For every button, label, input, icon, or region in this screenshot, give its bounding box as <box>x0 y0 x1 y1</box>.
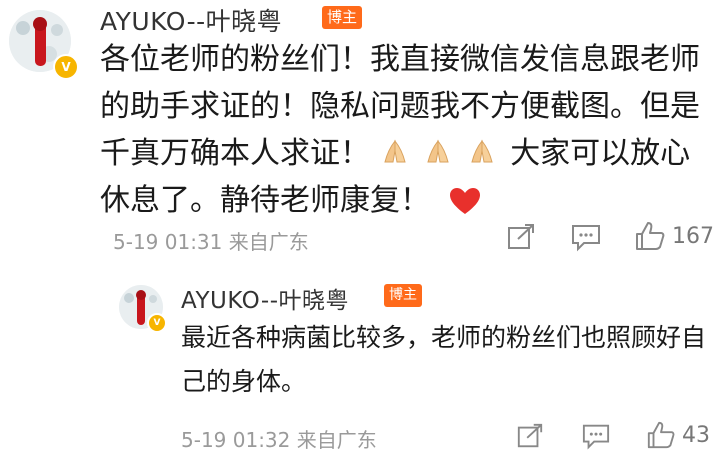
reply-time: 5-19 01:32 <box>181 428 291 452</box>
share-button[interactable] <box>506 222 536 252</box>
reply-location: 来自广东 <box>296 428 377 452</box>
reply-reply-button[interactable] <box>581 422 611 450</box>
comment-icon <box>572 225 600 252</box>
red-heart-icon <box>448 183 482 214</box>
reply-blogger-badge: 博主 <box>384 284 422 307</box>
comment-time: 5-19 01:31 <box>113 230 223 254</box>
reply-button[interactable] <box>570 222 602 252</box>
thumbs-up-icon <box>647 421 675 449</box>
reply-like-count: 43 <box>682 422 710 448</box>
pray-hands-icon <box>423 134 453 164</box>
reply-like-button[interactable]: 43 <box>646 420 710 450</box>
share-icon <box>517 423 543 448</box>
comment-meta: 5-19 01:31 来自广东 <box>113 226 309 255</box>
pray-hands-icon <box>467 134 497 164</box>
comment-icon <box>582 424 610 450</box>
like-count: 167 <box>672 223 714 249</box>
comment-text: 各位老师的粉丝们！我直接微信发信息跟老师的助手求证的！隐私问题我不方便截图。但是… <box>100 36 712 224</box>
reply-username[interactable]: AYUKO--叶晓粤 <box>181 281 349 315</box>
like-button[interactable]: 167 <box>634 220 714 252</box>
verified-badge-icon: V <box>53 54 79 80</box>
reply-meta: 5-19 01:32 来自广东 <box>181 424 377 453</box>
comment-location: 来自广东 <box>228 230 309 254</box>
reply-verified-badge-icon: V <box>147 313 167 333</box>
reply-share-button[interactable] <box>516 422 544 450</box>
reply-text: 最近各种病菌比较多，老师的粉丝们也照顾好自己的身体。 <box>181 323 707 396</box>
share-icon <box>508 224 534 249</box>
comment-username[interactable]: AYUKO--叶晓粤 <box>100 2 282 38</box>
pray-hands-icon <box>380 134 410 164</box>
blogger-badge: 博主 <box>322 6 363 29</box>
thumbs-up-icon <box>636 222 665 250</box>
